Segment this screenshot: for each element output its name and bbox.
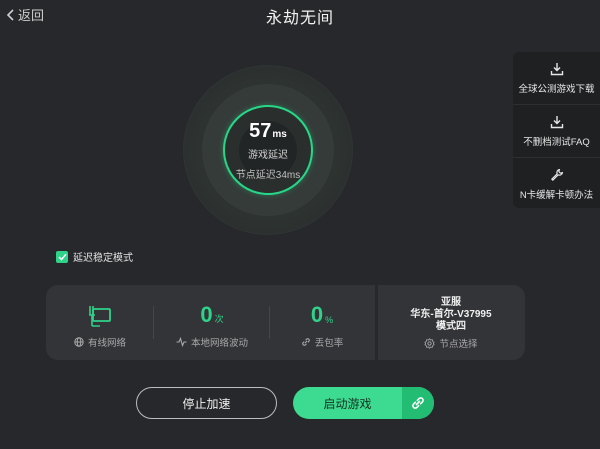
node-select-label: 节点选择 — [439, 339, 478, 350]
side-item-stutter-fix[interactable]: N卡缓解卡顿办法 — [513, 158, 600, 210]
node-select-button[interactable]: 节点选择 — [424, 336, 478, 350]
latency-gauge: 57ms 游戏延迟 节点延迟34ms — [183, 65, 353, 235]
latency-unit: ms — [272, 129, 287, 140]
download-icon — [550, 115, 563, 128]
jitter-label: 本地网络波动 — [190, 338, 248, 349]
side-item-download[interactable]: 全球公测游戏下载 — [513, 52, 600, 105]
pulse-icon — [176, 337, 187, 347]
packet-loss-label: 丢包率 — [314, 338, 344, 349]
stop-acceleration-button[interactable]: 停止加速 — [136, 387, 277, 419]
globe-icon — [74, 337, 84, 347]
side-item-label: 全球公测游戏下载 — [518, 83, 595, 95]
jitter-value: 0 — [200, 302, 213, 327]
start-game-button[interactable]: 启动游戏 — [293, 387, 402, 419]
side-item-label: N卡缓解卡顿办法 — [519, 189, 594, 201]
checkbox-box — [56, 250, 68, 263]
jitter-cell: 0次 本地网络波动 — [154, 285, 270, 360]
packet-loss-cell: 0% 丢包率 — [270, 285, 374, 360]
latency-value: 57 — [249, 120, 272, 142]
wired-network-icon — [89, 306, 111, 327]
side-menu: 全球公测游戏下载 不删档测试FAQ N卡缓解卡顿办法 — [513, 52, 600, 208]
page-title: 永劫无间 — [265, 10, 334, 27]
packet-loss-value: 0 — [310, 302, 324, 327]
link-icon — [301, 338, 310, 346]
jitter-unit: 次 — [214, 314, 224, 324]
wrench-icon — [550, 168, 563, 181]
status-panel: 有线网络 0次 本地网络波动 0% 丢包率 亚服 华东-首尔-V37995 模式… — [46, 285, 525, 360]
side-item-label: 不删档测试FAQ — [523, 136, 590, 148]
server-cell[interactable]: 亚服 华东-首尔-V37995 模式四 节点选择 — [377, 285, 525, 360]
checkmark-icon — [57, 253, 67, 261]
packet-loss-unit: % — [325, 315, 334, 325]
network-type-label: 有线网络 — [87, 338, 126, 349]
side-item-faq[interactable]: 不删档测试FAQ — [513, 105, 600, 158]
latency-readout: 57ms — [183, 120, 353, 143]
server-node: 华东-首尔-V37995 — [410, 309, 492, 320]
network-type-cell: 有线网络 — [46, 285, 154, 360]
launch-link-button[interactable] — [402, 387, 434, 419]
latency-label: 游戏延迟 — [248, 150, 288, 161]
server-mode: 模式四 — [435, 321, 466, 332]
stable-mode-checkbox[interactable]: 延迟稳定模式 — [56, 249, 133, 264]
server-region: 亚服 — [440, 297, 461, 308]
link-icon — [412, 397, 424, 409]
stable-mode-label: 延迟稳定模式 — [73, 253, 133, 264]
start-game-group: 启动游戏 — [293, 387, 434, 419]
gear-icon — [424, 337, 436, 349]
download-icon — [550, 62, 563, 75]
node-delay-text: 节点延迟34ms — [235, 170, 301, 181]
